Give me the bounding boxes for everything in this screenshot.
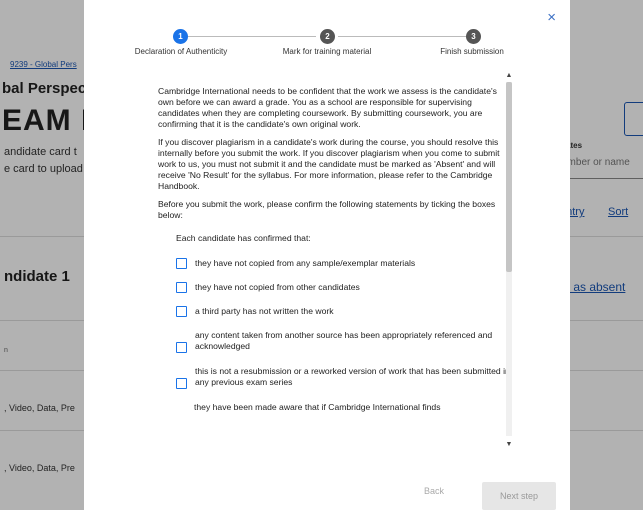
step-connector: [188, 36, 316, 37]
step-2-indicator: 2: [320, 29, 335, 44]
checkbox-item[interactable]: this is not a resubmission or a reworked…: [176, 366, 514, 389]
step-2-label: Mark for training material: [282, 47, 372, 56]
checkbox-label: a third party has not written the work: [195, 306, 334, 316]
intro-paragraph: Cambridge International needs to be conf…: [158, 86, 497, 129]
declaration-content: Cambridge International needs to be conf…: [158, 86, 514, 446]
checkbox-item[interactable]: they have not copied from other candidat…: [176, 282, 514, 293]
instructions-paragraph: Before you submit the work, please confi…: [158, 199, 496, 220]
checkbox[interactable]: [176, 378, 187, 389]
step-3-indicator: 3: [466, 29, 481, 44]
checkbox[interactable]: [176, 342, 187, 353]
checkbox-label: they have not copied from any sample/exe…: [195, 258, 416, 268]
scroll-down-arrow-icon[interactable]: ▼: [504, 441, 514, 448]
step-connector: [338, 36, 466, 37]
checkbox[interactable]: [176, 258, 187, 269]
content-scrollbar[interactable]: ▲ ▼: [504, 72, 514, 448]
checkbox-label: this is not a resubmission or a reworked…: [195, 366, 510, 387]
scroll-up-arrow-icon[interactable]: ▲: [504, 72, 514, 79]
dialog-footer: Back Next step: [84, 482, 570, 510]
checkbox[interactable]: [176, 306, 187, 317]
scroll-track[interactable]: [506, 82, 512, 436]
close-icon[interactable]: ×: [547, 10, 556, 25]
step-1-label: Declaration of Authenticity: [134, 47, 228, 56]
checkbox-item[interactable]: they have not copied from any sample/exe…: [176, 258, 514, 269]
checkbox-item[interactable]: a third party has not written the work: [176, 306, 514, 317]
checkbox-item[interactable]: any content taken from another source ha…: [176, 330, 514, 353]
step-3-label: Finish submission: [440, 47, 504, 56]
checkbox-label: they have been made aware that if Cambri…: [194, 402, 441, 412]
checkbox-label: they have not copied from other candidat…: [195, 282, 360, 292]
back-button[interactable]: Back: [424, 486, 444, 496]
submission-dialog: × 1 2 3 Declaration of Authenticity Mark…: [84, 0, 570, 510]
next-step-button[interactable]: Next step: [482, 482, 556, 510]
scroll-thumb[interactable]: [506, 82, 512, 272]
step-1-indicator: 1: [173, 29, 188, 44]
confirm-heading: Each candidate has confirmed that:: [176, 233, 311, 243]
checkbox-item-partial: they have been made aware that if Cambri…: [194, 402, 514, 413]
progress-stepper: 1 2 3 Declaration of Authenticity Mark f…: [84, 26, 570, 66]
plagiarism-paragraph: If you discover plagiarism in a candidat…: [158, 137, 500, 191]
checkbox-label: any content taken from another source ha…: [195, 330, 493, 351]
checkbox[interactable]: [176, 282, 187, 293]
